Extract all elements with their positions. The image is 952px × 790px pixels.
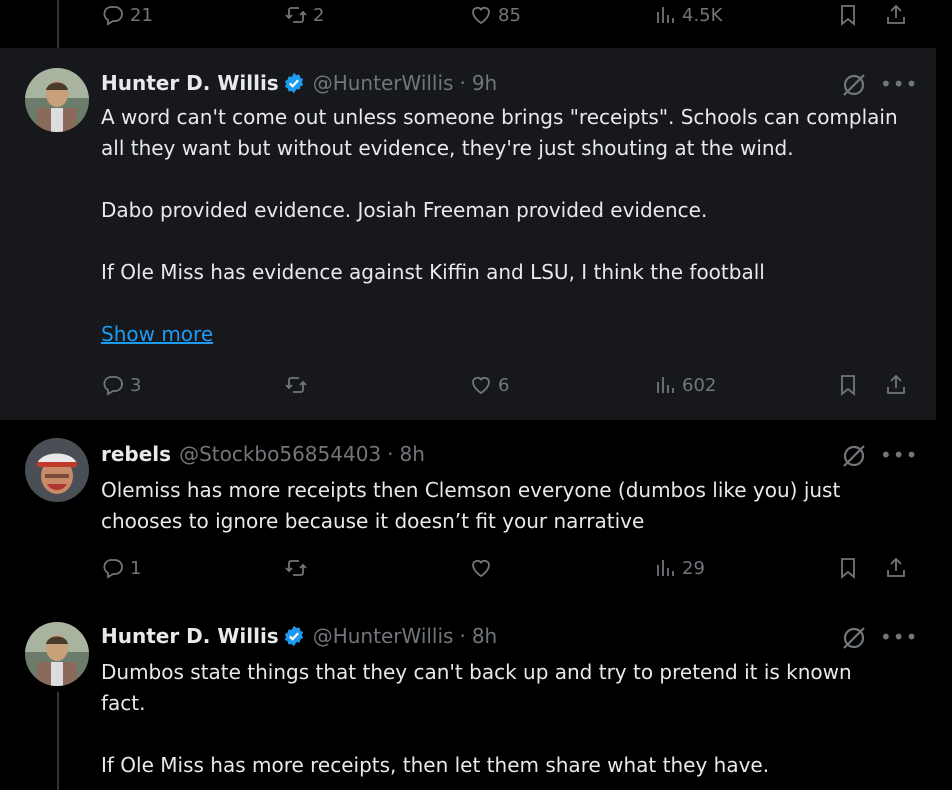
bookmark-button[interactable]: [836, 373, 860, 397]
views-button[interactable]: 602: [653, 373, 716, 397]
repost-count: 2: [313, 4, 325, 26]
repost-button[interactable]: 2: [284, 3, 324, 27]
share-button[interactable]: [884, 3, 908, 27]
tweet[interactable]: rebels @Stockbo56854403 · 8h ••• Olemiss…: [0, 420, 936, 602]
views-icon: [657, 377, 674, 393]
repost-icon: [285, 377, 307, 393]
separator: ·: [387, 442, 394, 466]
grok-icon[interactable]: [841, 443, 867, 469]
like-count: 6: [498, 374, 510, 396]
display-name[interactable]: rebels: [101, 442, 171, 466]
repost-icon: [285, 7, 307, 23]
tweet-header: Hunter D. Willis @HunterWillis · 9h: [101, 71, 497, 95]
tweet-text: Olemiss has more receipts then Clemson e…: [101, 478, 847, 533]
repost-button[interactable]: [284, 556, 313, 580]
grok-icon[interactable]: [841, 625, 867, 651]
reply-icon: [103, 6, 123, 26]
separator: ·: [459, 71, 466, 95]
views-icon: [657, 7, 674, 23]
avatar[interactable]: [25, 622, 89, 686]
views-count: 4.5K: [682, 4, 723, 26]
reply-button[interactable]: 21: [101, 3, 153, 27]
reply-count: 1: [130, 557, 142, 579]
more-options-icon[interactable]: •••: [880, 627, 917, 653]
tweet-actions: 1 29: [101, 556, 921, 586]
views-button[interactable]: 29: [653, 556, 705, 580]
heart-icon: [472, 6, 490, 25]
display-name[interactable]: Hunter D. Willis: [101, 71, 279, 95]
grok-icon[interactable]: [841, 72, 867, 98]
tweet-header: Hunter D. Willis @HunterWillis · 8h: [101, 624, 497, 648]
share-icon: [887, 4, 905, 24]
heart-icon: [472, 559, 490, 578]
tweet-actions: 3 6 602: [101, 373, 921, 403]
views-button[interactable]: 4.5K: [653, 3, 722, 27]
repost-button[interactable]: [284, 373, 313, 397]
share-button[interactable]: [884, 556, 908, 580]
tweet[interactable]: Hunter D. Willis @HunterWillis · 9h ••• …: [0, 48, 936, 420]
reply-icon: [103, 559, 123, 579]
heart-icon: [472, 376, 490, 395]
views-count: 29: [682, 557, 705, 579]
tweet[interactable]: Hunter D. Willis @HunterWillis · 8h ••• …: [0, 602, 936, 790]
views-count: 602: [682, 374, 717, 396]
reply-button[interactable]: 1: [101, 556, 141, 580]
show-more-link[interactable]: Show more: [101, 322, 213, 346]
handle[interactable]: @Stockbo56854403: [179, 442, 381, 466]
reply-button[interactable]: 3: [101, 373, 141, 397]
bookmark-icon: [841, 375, 855, 396]
avatar[interactable]: [25, 438, 89, 502]
bookmark-icon: [841, 558, 855, 579]
timestamp[interactable]: 8h: [400, 442, 425, 466]
verified-badge-icon: [284, 625, 303, 647]
views-icon: [657, 560, 674, 576]
timestamp[interactable]: 9h: [472, 71, 497, 95]
bookmark-button[interactable]: [836, 3, 860, 27]
share-icon: [887, 557, 905, 577]
like-count: 85: [498, 4, 521, 26]
thread-line-top: [57, 0, 59, 48]
separator: ·: [459, 624, 466, 648]
tweet-text: Dumbos state things that they can't back…: [101, 660, 852, 777]
more-options-icon[interactable]: •••: [880, 74, 917, 100]
like-button[interactable]: 6: [469, 373, 509, 397]
like-button[interactable]: 85: [469, 3, 521, 27]
handle[interactable]: @HunterWillis: [313, 71, 454, 95]
share-icon: [887, 374, 905, 394]
timestamp[interactable]: 8h: [472, 624, 497, 648]
reply-icon: [103, 376, 123, 396]
reply-count: 3: [130, 374, 142, 396]
share-button[interactable]: [884, 373, 908, 397]
verified-badge-icon: [284, 72, 303, 94]
tweet-header: rebels @Stockbo56854403 · 8h: [101, 442, 425, 466]
display-name[interactable]: Hunter D. Willis: [101, 624, 279, 648]
handle[interactable]: @HunterWillis: [313, 624, 454, 648]
avatar[interactable]: [25, 68, 89, 132]
tweet-text: A word can't come out unless someone bri…: [101, 105, 898, 284]
top-tweet-actions: 21 2 85 4.5K: [101, 3, 921, 33]
reply-count: 21: [130, 4, 153, 26]
show-more-row: Show more: [101, 319, 901, 350]
bookmark-icon: [841, 5, 855, 26]
like-button[interactable]: [469, 556, 498, 580]
more-options-icon[interactable]: •••: [880, 445, 917, 471]
bookmark-button[interactable]: [836, 556, 860, 580]
repost-icon: [285, 560, 307, 576]
